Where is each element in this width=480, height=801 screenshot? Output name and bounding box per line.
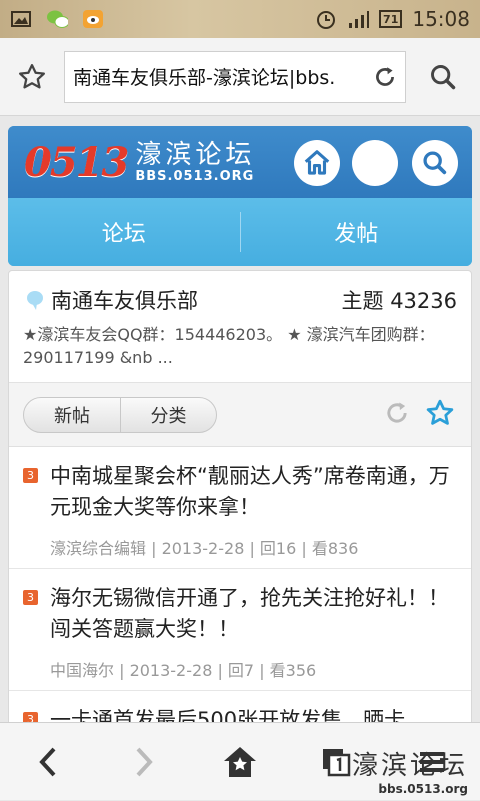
browser-search-button[interactable] — [406, 38, 480, 116]
battery-level: 71 — [383, 12, 399, 26]
reload-icon — [376, 66, 394, 86]
bookmarks-home-button[interactable] — [192, 723, 288, 801]
watermark-chinese: 濠滨论坛 — [351, 751, 468, 781]
tab-new-posts[interactable]: 新帖 — [24, 398, 120, 432]
page-content: 0513 濠滨论坛 BBS.0513.ORG 论坛 发帖 南通车友俱乐部 主题 — [0, 116, 480, 722]
nav-tab-forum[interactable]: 论坛 — [8, 216, 240, 248]
nav-tab-post[interactable]: 发帖 — [241, 216, 473, 248]
tabs-icon — [323, 748, 351, 776]
thread-title[interactable]: 一卡通首发最后500张开放发售，晒卡 — [50, 705, 405, 722]
watermark-url: bbs.0513.org — [378, 782, 468, 796]
site-logo-number: 0513 — [24, 138, 129, 186]
bookmark-star-button[interactable] — [0, 38, 64, 116]
forum-topic-count: 主题 43236 — [341, 289, 457, 313]
site-logo: 濠滨论坛 BBS.0513.ORG — [135, 141, 255, 184]
refresh-button[interactable] — [383, 399, 411, 431]
refresh-icon — [387, 402, 407, 422]
forum-description: ★濠滨车友会QQ群：154446203。 ★ 濠滨汽车团购群：290117199… — [23, 325, 435, 367]
browser-url-bar: 南通车友俱乐部-濠滨论坛|bbs. — [0, 38, 480, 116]
thread-item[interactable]: 3 一卡通首发最后500张开放发售，晒卡 — [9, 691, 471, 722]
back-button[interactable] — [0, 723, 96, 801]
tab-categories[interactable]: 分类 — [120, 397, 216, 432]
home-button[interactable] — [294, 140, 340, 186]
search-icon — [423, 151, 447, 175]
site-header: 0513 濠滨论坛 BBS.0513.ORG 论坛 发帖 — [8, 126, 472, 266]
thread-meta: 中国海尔 | 2013-2-28 | 回7 | 看356 — [50, 661, 317, 680]
forum-bubble-icon — [27, 291, 43, 310]
chevron-left-icon — [39, 747, 56, 776]
forum-header: 南通车友俱乐部 主题 43236 ★濠滨车友会QQ群：154446203。 ★ … — [9, 271, 471, 383]
forum-toolbar: 新帖 分类 — [9, 383, 471, 447]
forward-button[interactable] — [96, 723, 192, 801]
thread-badge: 3 — [23, 590, 38, 605]
site-search-button[interactable] — [412, 140, 458, 186]
clock: 15:08 — [412, 7, 470, 31]
search-icon — [431, 64, 456, 89]
status-bar: 71 15:08 — [0, 0, 480, 38]
alarm-icon — [315, 9, 337, 29]
signal-icon — [347, 9, 370, 29]
user-button[interactable] — [352, 140, 398, 186]
thread-badge: 3 — [23, 468, 38, 483]
battery-icon: 71 — [379, 10, 403, 28]
thread-badge: 3 — [23, 712, 38, 722]
watermark: 濠滨论坛 bbs.0513.org — [352, 745, 468, 796]
wechat-icon — [46, 9, 68, 29]
reload-button[interactable] — [365, 52, 405, 102]
thread-meta: 濠滨综合编辑 | 2013-2-28 | 回16 | 看836 — [50, 539, 359, 558]
forum-card: 南通车友俱乐部 主题 43236 ★濠滨车友会QQ群：154446203。 ★ … — [8, 270, 472, 722]
sort-segmented-control: 新帖 分类 — [23, 396, 217, 433]
logo-english: BBS.0513.ORG — [135, 168, 255, 184]
weibo-icon — [82, 9, 104, 29]
logo-chinese: 濠滨论坛 — [135, 139, 256, 170]
thread-title[interactable]: 海尔无锡微信开通了，抢先关注抢好礼！！闯关答题赢大奖！！ — [50, 583, 457, 645]
forum-name: 南通车友俱乐部 — [51, 289, 198, 313]
thread-title[interactable]: 中南城星聚会杯“靓丽达人秀”席卷南通，万元现金大奖等你来拿！ — [50, 461, 457, 523]
home-star-icon — [224, 746, 256, 777]
favorite-button[interactable] — [425, 398, 455, 432]
chevron-right-icon — [136, 747, 153, 776]
star-icon — [426, 399, 454, 425]
home-icon — [304, 150, 330, 175]
gallery-icon — [10, 9, 32, 29]
thread-item[interactable]: 3 中南城星聚会杯“靓丽达人秀”席卷南通，万元现金大奖等你来拿！ 濠滨综合编辑 … — [9, 447, 471, 569]
site-nav: 论坛 发帖 — [8, 198, 472, 266]
url-field[interactable]: 南通车友俱乐部-濠滨论坛|bbs. — [64, 50, 406, 103]
browser-bottom-bar: 濠滨论坛 bbs.0513.org — [0, 722, 480, 800]
url-text: 南通车友俱乐部-濠滨论坛|bbs. — [73, 67, 336, 89]
thread-item[interactable]: 3 海尔无锡微信开通了，抢先关注抢好礼！！闯关答题赢大奖！！ 中国海尔 | 20… — [9, 569, 471, 691]
star-outline-icon — [19, 63, 45, 88]
